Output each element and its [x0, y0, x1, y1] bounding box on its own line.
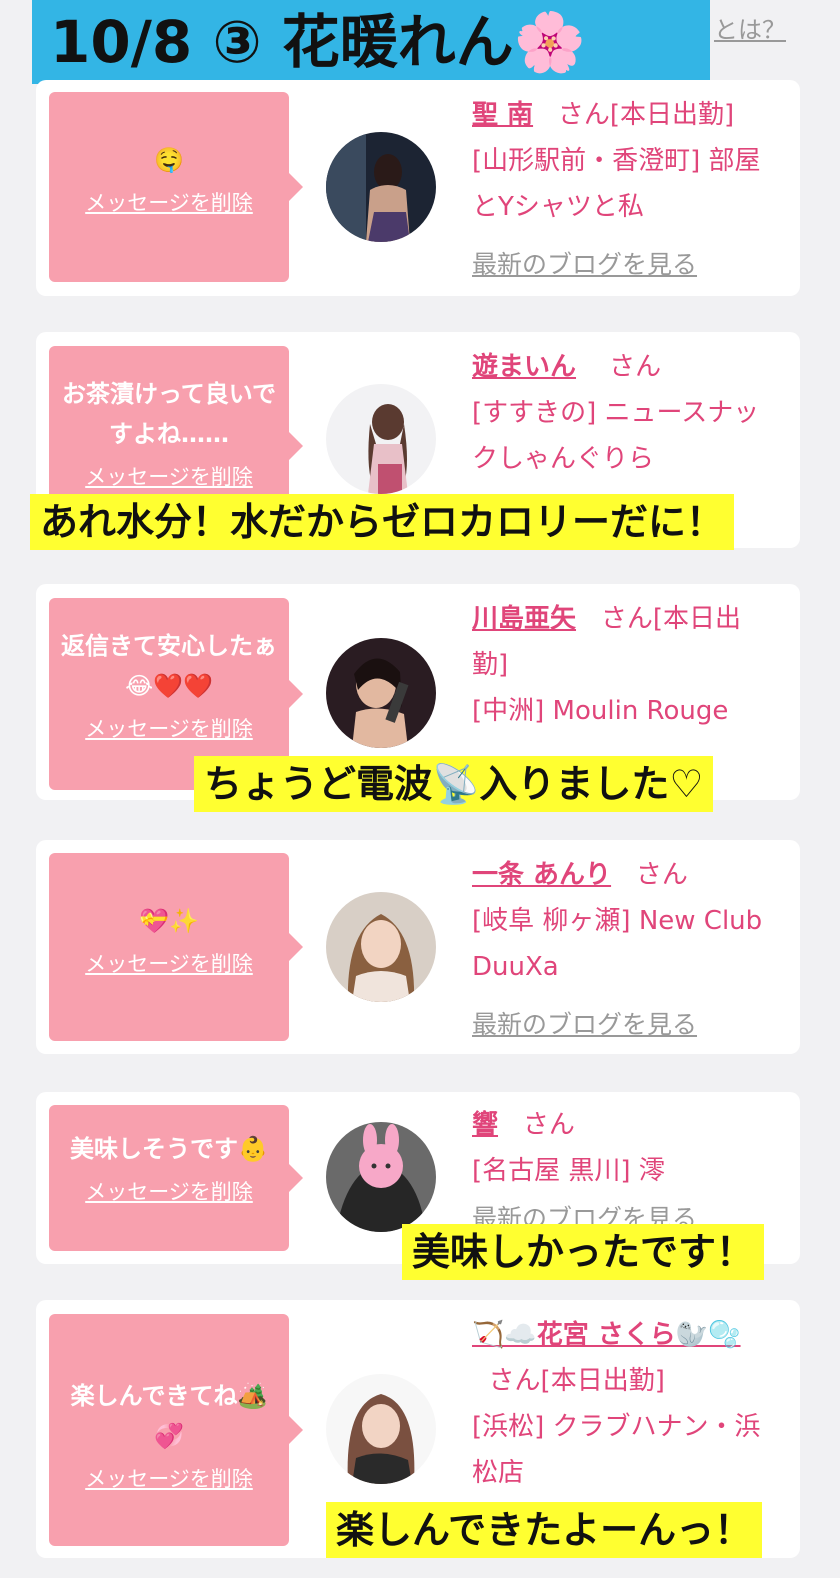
what-is-link[interactable]: とは？ [714, 10, 786, 45]
girl-name-link[interactable]: 川島亜矢 [472, 604, 576, 634]
delete-message-link[interactable]: メッセージを削除 [57, 712, 281, 746]
work-status: [本日出勤] [609, 100, 735, 130]
latest-blog-link[interactable]: 最新のブログを見る [472, 1002, 697, 1048]
message-bubble: 楽しんできてね🏕️💞 メッセージを削除 [49, 1314, 303, 1546]
avatar[interactable] [326, 638, 436, 748]
honorific: さん [488, 1366, 541, 1396]
honorific: さん [600, 604, 653, 634]
girl-name-link[interactable]: 響 [472, 1110, 498, 1140]
girl-info: 遊まいん さん [すすきの] ニュースナックしゃんぐりら [472, 344, 772, 482]
caption-overlay: ちょうど電波📡入りました♡ [194, 756, 714, 812]
avatar[interactable] [326, 1122, 436, 1232]
caption-overlay: 美味しかったです！ [402, 1224, 765, 1280]
girl-name-link[interactable]: 🏹☁️花宮 さくら🦭🫧 [472, 1320, 741, 1350]
shop-name: [岐阜 柳ヶ瀬] New Club DuuXa [472, 906, 763, 982]
girl-info: 🏹☁️花宮 さくら🦭🫧 さん[本日出勤] [浜松] クラブハナン・浜松店 [472, 1312, 772, 1496]
delete-message-link[interactable]: メッセージを削除 [57, 1462, 281, 1496]
avatar[interactable] [326, 132, 436, 242]
girl-name-link[interactable]: 一条 あんり [472, 860, 611, 890]
delete-message-link[interactable]: メッセージを削除 [57, 186, 281, 220]
girl-info: 一条 あんり さん [岐阜 柳ヶ瀬] New Club DuuXa 最新のブログ… [472, 852, 772, 1048]
message-text: 楽しんできてね🏕️💞 [70, 1382, 268, 1450]
shop-name: [名古屋 黒川] 澪 [472, 1156, 665, 1186]
delete-message-link[interactable]: メッセージを削除 [57, 947, 281, 981]
message-text: 返信きて安心したぁ😂❤️❤️ [61, 632, 277, 700]
avatar[interactable] [326, 892, 436, 1002]
avatar[interactable] [326, 384, 436, 494]
girl-name-link[interactable]: 遊まいん [472, 352, 576, 382]
caption-overlay: あれ水分！水だからゼロカロリーだに！ [30, 494, 735, 550]
honorific: さん [609, 352, 662, 382]
girl-name-link[interactable]: 聖 南 [472, 100, 533, 130]
message-text: お茶漬けって良いですよね…… [61, 380, 277, 448]
message-bubble: 💝✨ メッセージを削除 [49, 853, 303, 1041]
caption-overlay: 楽しんできたよーんっ！ [326, 1502, 763, 1558]
message-text: 💝✨ [139, 907, 199, 935]
message-text: 🤤 [154, 146, 184, 174]
honorific: さん [557, 100, 610, 130]
latest-blog-link[interactable]: 最新のブログを見る [472, 242, 697, 288]
avatar[interactable] [326, 1374, 436, 1484]
shop-name: [山形駅前・香澄町] 部屋とYシャツと私 [472, 146, 761, 222]
girl-info: 響 さん [名古屋 黒川] 澪 最新のブログを見る [472, 1102, 772, 1242]
shop-name: [すすきの] ニュースナックしゃんぐりら [472, 398, 760, 474]
message-card: 🤤 メッセージを削除 聖 南 さん[本日出勤] [山形駅前・香澄町] 部屋とYシ… [36, 80, 800, 296]
message-bubble: 🤤 メッセージを削除 [49, 92, 303, 282]
honorific: さん [522, 1110, 575, 1140]
girl-info: 聖 南 さん[本日出勤] [山形駅前・香澄町] 部屋とYシャツと私 最新のブログ… [472, 92, 772, 288]
girl-info: 川島亜矢 さん[本日出勤] [中洲] Moulin Rouge [472, 596, 772, 734]
message-bubble: 美味しそうです👶 メッセージを削除 [49, 1105, 303, 1251]
delete-message-link[interactable]: メッセージを削除 [57, 1175, 281, 1209]
page-title: 10/8 ③ 花暖れん🌸 [32, 0, 710, 84]
message-text: 美味しそうです👶 [70, 1135, 268, 1163]
honorific: さん [635, 860, 688, 890]
message-card: 💝✨ メッセージを削除 一条 あんり さん [岐阜 柳ヶ瀬] New Club … [36, 840, 800, 1054]
work-status: [本日出勤] [540, 1366, 665, 1396]
delete-message-link[interactable]: メッセージを削除 [57, 460, 281, 494]
shop-name: [浜松] クラブハナン・浜松店 [472, 1412, 761, 1488]
shop-name: [中洲] Moulin Rouge [472, 696, 729, 726]
